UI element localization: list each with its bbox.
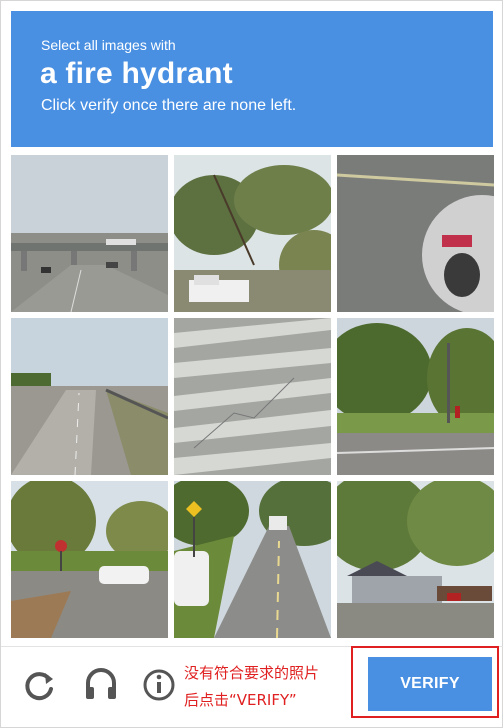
reload-icon[interactable] xyxy=(19,665,59,705)
image-tile-3[interactable] xyxy=(337,155,494,312)
annotation-note: 没有符合要求的照片 后点击“VERIFY” xyxy=(184,660,319,714)
image-tile-1[interactable] xyxy=(11,155,168,312)
image-tile-7[interactable] xyxy=(11,481,168,638)
image-tile-5[interactable] xyxy=(174,318,331,475)
instruction-header: Select all images with a fire hydrant Cl… xyxy=(11,11,493,147)
verify-button[interactable]: VERIFY xyxy=(368,657,492,711)
image-tile-9[interactable] xyxy=(337,481,494,638)
info-icon[interactable] xyxy=(139,665,179,705)
target-object: a fire hydrant xyxy=(40,57,233,90)
image-tile-8[interactable] xyxy=(174,481,331,638)
annotation-line-2: 后点击“VERIFY” xyxy=(184,691,297,709)
annotation-line-1: 没有符合要求的照片 xyxy=(184,664,320,682)
instruction-line: Select all images with xyxy=(41,37,176,53)
headphones-icon[interactable] xyxy=(81,665,121,705)
image-tile-4[interactable] xyxy=(11,318,168,475)
image-tile-2[interactable] xyxy=(174,155,331,312)
captcha-frame: Select all images with a fire hydrant Cl… xyxy=(0,0,503,728)
instruction-hint: Click verify once there are none left. xyxy=(41,97,297,114)
image-grid xyxy=(11,155,494,638)
image-tile-6[interactable] xyxy=(337,318,494,475)
